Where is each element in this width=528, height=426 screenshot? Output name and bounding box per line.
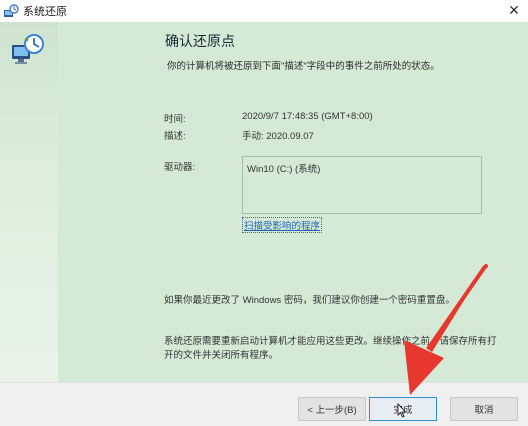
description-label: 描述:: [164, 131, 186, 142]
sidebar-banner: [0, 22, 58, 382]
time-label: 时间:: [164, 114, 186, 125]
restore-description: 你的计算机将被还原到下面"描述"字段中的事件之前所处的状态。: [167, 61, 440, 72]
mouse-cursor-icon: [397, 403, 407, 418]
restart-notice: 系统还原需要重新启动计算机才能应用这些更改。继续操作之前，请保存所有打开的文件并…: [164, 336, 497, 361]
content-panel: 确认还原点 你的计算机将被还原到下面"描述"字段中的事件之前所处的状态。 时间:…: [58, 22, 528, 382]
scan-affected-programs-link[interactable]: 扫描受影响的程序: [242, 217, 323, 233]
close-icon[interactable]: ✕: [506, 2, 522, 18]
cancel-button[interactable]: 取消: [450, 397, 518, 421]
drives-list[interactable]: Win10 (C:) (系统): [242, 156, 482, 214]
page-title: 确认还原点: [165, 33, 235, 49]
time-value: 2020/9/7 17:48:35 (GMT+8:00): [242, 111, 373, 122]
system-restore-computer-icon: [12, 34, 44, 64]
window-title: 系统还原: [23, 6, 67, 18]
drive-item: Win10 (C:) (系统): [247, 164, 321, 175]
title-bar: 系统还原 ✕: [0, 0, 528, 22]
button-bar: < 上一步(B) 完成 取消: [0, 382, 528, 426]
back-button[interactable]: < 上一步(B): [298, 397, 366, 421]
description-value: 手动: 2020.09.07: [242, 131, 314, 142]
system-restore-icon: [4, 4, 19, 17]
password-notice: 如果你最近更改了 Windows 密码，我们建议你创建一个密码重置盘。: [164, 295, 455, 306]
drives-label: 驱动器:: [164, 162, 196, 173]
